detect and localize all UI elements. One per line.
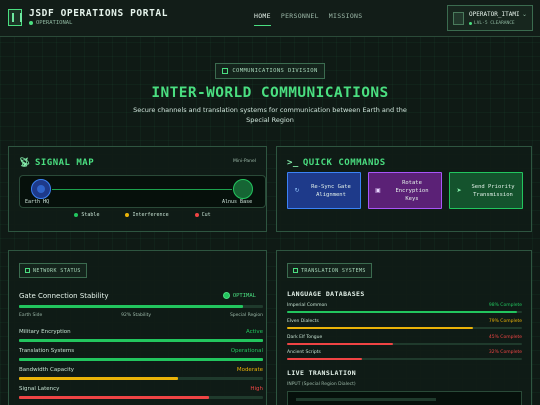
clearance-text: LVL-5 CLEARANCE — [474, 21, 515, 26]
bandwidth-bar — [19, 377, 263, 380]
earth-hq-node[interactable] — [31, 179, 51, 199]
imperial-common-bar — [287, 311, 522, 313]
lang-ancient-scripts: Ancient Scripts 32% Complete — [287, 350, 522, 355]
interference-dot-icon — [125, 213, 130, 217]
main-nav: HOME PERSONNEL MISSIONS — [254, 12, 363, 26]
rotate-keys-button[interactable]: ▣ Rotate Encryption Keys — [368, 172, 442, 209]
latency-bar — [19, 396, 263, 399]
send-icon: ➤ — [456, 187, 462, 194]
page-title: INTER-WORLD COMMUNICATIONS — [151, 85, 389, 101]
lang-dark-elf-tongue: Dark Elf Tongue 45% Complete — [287, 335, 522, 340]
mini-panel-label: Mini-Panel — [233, 159, 256, 164]
translation-bar — [19, 358, 263, 361]
user-clearance: LVL-5 CLEARANCE — [469, 21, 515, 26]
page-description: Secure channels and translation systems … — [133, 106, 407, 124]
nav-home[interactable]: HOME — [254, 12, 271, 26]
avatar — [453, 12, 464, 25]
gate-status: OPTIMAL — [222, 292, 256, 299]
optimal-indicator-icon — [222, 292, 230, 299]
translation-icon — [293, 268, 298, 273]
signal-map-panel: 📡︎ SIGNAL MAP Mini-Panel Earth HQ Alnus B… — [8, 146, 267, 232]
top-header: JSDF OPERATIONS PORTAL OPERATIONAL HOME … — [0, 0, 540, 37]
division-icon — [222, 68, 229, 74]
nav-missions[interactable]: MISSIONS — [329, 12, 363, 26]
system-status-text: OPERATIONAL — [36, 20, 73, 26]
bandwidth-fill — [19, 377, 178, 380]
lang-elven-dialects: Elven Dialects 79% Complete — [287, 319, 522, 324]
network-status-panel: NETWORK STATUS Gate Connection Stability… — [8, 250, 267, 405]
translation-input-placeholder — [296, 398, 436, 401]
earth-side-label: Earth Side — [19, 313, 43, 318]
alnus-base-label: Alnus Base — [222, 199, 253, 205]
gate-stability-bar — [19, 305, 263, 308]
stat-military-encryption: Military Encryption Active — [19, 329, 263, 335]
clearance-dot-icon — [469, 22, 472, 25]
terminal-icon: >_ — [287, 158, 299, 168]
encryption-fill — [19, 339, 263, 342]
satellite-icon: 📡︎ — [19, 158, 31, 168]
translation-panel: TRANSLATION SYSTEMS LANGUAGE DATABASES I… — [276, 250, 532, 405]
division-label: COMMUNICATIONS DIVISION — [232, 68, 318, 74]
resync-gate-button[interactable]: ↻ Re-Sync Gate Alignment — [287, 172, 361, 209]
nav-personnel[interactable]: PERSONNEL — [281, 12, 319, 26]
translation-input[interactable] — [287, 391, 522, 405]
ancient-scripts-fill — [287, 358, 363, 360]
signal-map: Earth HQ Alnus Base — [19, 175, 266, 208]
encryption-bar — [19, 339, 263, 342]
stat-bandwidth: Bandwidth Capacity Moderate — [19, 367, 263, 373]
signal-legend: Stable Interference Cut — [9, 212, 276, 218]
imperial-common-fill — [287, 311, 518, 313]
lock-icon: ▣ — [375, 187, 381, 194]
legend-cut: Cut — [194, 212, 211, 218]
user-menu[interactable]: OPERATOR_ITAMI LVL-5 CLEARANCE ⌄ — [447, 5, 533, 31]
legend-interference: Interference — [125, 212, 169, 218]
translation-input-label: INPUT (Special Region Dialect) — [287, 382, 356, 387]
translation-tag: TRANSLATION SYSTEMS — [287, 263, 372, 278]
elven-dialects-fill — [287, 327, 473, 329]
stat-translation-systems: Translation Systems Operational — [19, 348, 263, 354]
alnus-base-node[interactable] — [233, 179, 253, 199]
dark-elf-tongue-bar — [287, 343, 522, 345]
stable-dot-icon — [74, 213, 79, 217]
portal-title: JSDF OPERATIONS PORTAL — [29, 8, 169, 19]
stat-latency: Signal Latency High — [19, 386, 263, 392]
latency-fill — [19, 396, 210, 399]
portal-logo-icon — [8, 9, 22, 26]
stability-percent: 92% Stability — [121, 313, 152, 318]
lang-imperial-common: Imperial Common 98% Complete — [287, 303, 522, 308]
elven-dialects-bar — [287, 327, 522, 329]
system-status: OPERATIONAL — [29, 20, 72, 26]
chevron-down-icon: ⌄ — [522, 11, 528, 18]
sync-icon: ↻ — [294, 187, 300, 194]
quick-commands-panel: >_ QUICK COMMANDS ↻ Re-Sync Gate Alignmen… — [276, 146, 532, 232]
ancient-scripts-bar — [287, 358, 522, 360]
live-translation-title: LIVE TRANSLATION — [287, 369, 357, 377]
network-icon — [25, 268, 30, 273]
earth-hq-label: Earth HQ — [25, 199, 50, 205]
division-badge: COMMUNICATIONS DIVISION — [215, 63, 325, 79]
network-status-tag: NETWORK STATUS — [19, 263, 87, 278]
cut-dot-icon — [194, 213, 199, 217]
signal-map-title: 📡︎ SIGNAL MAP — [19, 158, 95, 168]
send-priority-button[interactable]: ➤ Send Priority Transmission — [449, 172, 523, 209]
gate-stability-label: Gate Connection Stability — [19, 292, 109, 300]
dark-elf-tongue-fill — [287, 343, 393, 345]
language-databases-title: LANGUAGE DATABASES — [287, 290, 365, 298]
quick-commands-title: >_ QUICK COMMANDS — [287, 158, 386, 168]
gate-stability-scale: Earth Side 92% Stability Special Region — [19, 313, 263, 318]
legend-stable: Stable — [74, 212, 99, 218]
status-dot-icon — [29, 21, 33, 25]
translation-fill — [19, 358, 263, 361]
special-region-label: Special Region — [229, 313, 263, 318]
user-name: OPERATOR_ITAMI — [469, 11, 520, 18]
gate-stability-fill — [19, 305, 244, 308]
signal-link — [52, 189, 232, 190]
